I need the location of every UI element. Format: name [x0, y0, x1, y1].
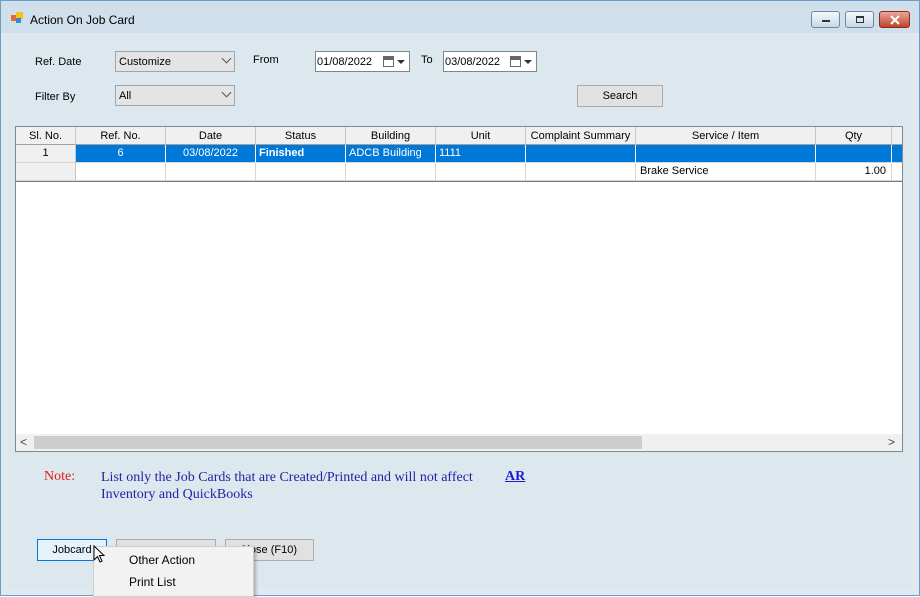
ar-link[interactable]: AR	[505, 469, 525, 485]
column-header-date[interactable]: Date	[166, 127, 256, 145]
column-header-sl-no[interactable]: Sl. No.	[16, 127, 76, 145]
from-date-value: 01/08/2022	[317, 56, 373, 68]
to-label: To	[421, 54, 433, 66]
cell-date[interactable]: 03/08/2022	[166, 145, 256, 163]
cell-sl-no[interactable]	[16, 163, 76, 181]
mouse-cursor-icon	[93, 545, 106, 563]
column-header-complaint-summary[interactable]: Complaint Summary	[526, 127, 636, 145]
grid-row-divider	[16, 181, 902, 182]
filter-by-label: Filter By	[35, 91, 76, 103]
context-menu: Other Action Print List	[93, 546, 254, 597]
column-header-unit[interactable]: Unit	[436, 127, 526, 145]
note-line-1: List only the Job Cards that are Created…	[101, 470, 473, 485]
dropdown-arrow-icon	[524, 60, 532, 64]
column-header-ref-no[interactable]: Ref. No.	[76, 127, 166, 145]
note-text: List only the Job Cards that are Created…	[101, 469, 473, 503]
to-date-value: 03/08/2022	[445, 56, 501, 68]
app-window: Action On Job Card Ref. Date Customize F…	[0, 0, 920, 596]
filter-by-value: All	[119, 90, 132, 102]
cell-complaint-summary[interactable]	[526, 163, 636, 181]
cell-date[interactable]	[166, 163, 256, 181]
column-header-qty[interactable]: Qty	[816, 127, 892, 145]
note-label: Note:	[44, 469, 76, 484]
cell-unit[interactable]	[436, 163, 526, 181]
scrollbar-thumb[interactable]	[34, 436, 642, 449]
cell-ref-no[interactable]: 6	[76, 145, 166, 163]
close-window-button[interactable]	[879, 11, 910, 28]
menu-item-other-action[interactable]: Other Action	[129, 553, 195, 567]
ref-date-select[interactable]: Customize	[115, 51, 235, 72]
cell-qty[interactable]	[816, 145, 892, 163]
restore-icon	[856, 16, 864, 23]
cell-status[interactable]: Finished	[256, 145, 346, 163]
cell-building[interactable]	[346, 163, 436, 181]
title-bar[interactable]: Action On Job Card	[1, 1, 919, 33]
calendar-icon	[510, 56, 521, 67]
cell-status[interactable]	[256, 163, 346, 181]
scroll-right-icon[interactable]: >	[888, 435, 895, 449]
scroll-left-icon[interactable]: <	[20, 435, 27, 449]
column-header-service-item[interactable]: Service / Item	[636, 127, 816, 145]
chevron-down-icon	[221, 53, 232, 64]
close-icon	[890, 15, 900, 25]
ref-date-label: Ref. Date	[35, 56, 82, 68]
dropdown-arrow-icon	[397, 60, 405, 64]
column-header-status[interactable]: Status	[256, 127, 346, 145]
to-date-picker[interactable]: 03/08/2022	[443, 51, 537, 72]
from-date-picker[interactable]: 01/08/2022	[315, 51, 410, 72]
cell-unit[interactable]: 1111	[436, 145, 526, 163]
calendar-icon	[383, 56, 394, 67]
menu-item-print-list[interactable]: Print List	[129, 575, 176, 589]
cell-building[interactable]: ADCB Building	[346, 145, 436, 163]
cell-complaint-summary[interactable]	[526, 145, 636, 163]
cell-filler	[892, 163, 902, 181]
column-header-filler	[892, 127, 902, 145]
note-line-2: Inventory and QuickBooks	[101, 487, 253, 502]
job-card-grid[interactable]: Sl. No. Ref. No. Date Status Building Un…	[15, 126, 903, 452]
app-icon	[11, 12, 24, 23]
horizontal-scrollbar[interactable]: < >	[16, 434, 902, 451]
form-body: Ref. Date Customize From 01/08/2022 To 0…	[8, 33, 912, 588]
window-title: Action On Job Card	[30, 13, 135, 27]
cell-ref-no[interactable]	[76, 163, 166, 181]
restore-button[interactable]	[845, 11, 874, 28]
cell-sl-no[interactable]: 1	[16, 145, 76, 163]
minimize-icon	[822, 20, 830, 22]
filter-by-select[interactable]: All	[115, 85, 235, 106]
cell-filler	[892, 145, 902, 163]
search-button[interactable]: Search	[577, 85, 663, 107]
minimize-button[interactable]	[811, 11, 840, 28]
cell-qty[interactable]: 1.00	[816, 163, 892, 181]
cell-service-item[interactable]: Brake Service	[636, 163, 816, 181]
column-header-building[interactable]: Building	[346, 127, 436, 145]
cell-service-item[interactable]	[636, 145, 816, 163]
chevron-down-icon	[221, 87, 232, 98]
from-label: From	[253, 54, 279, 66]
ref-date-value: Customize	[119, 56, 171, 68]
